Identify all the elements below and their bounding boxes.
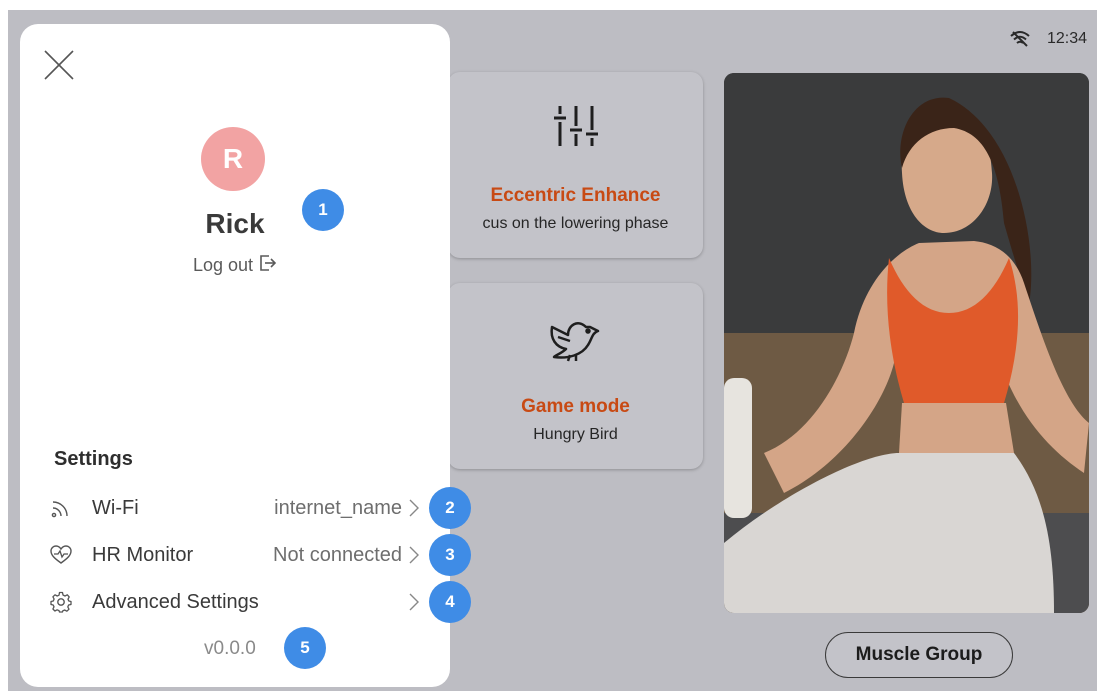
clock: 12:34 <box>1046 30 1087 47</box>
wifi-icon <box>50 498 78 518</box>
annotation-badge-5: 5 <box>284 627 326 669</box>
close-icon[interactable] <box>44 50 74 80</box>
avatar: R <box>201 127 265 191</box>
chevron-right-icon <box>408 592 420 612</box>
annotation-badge-1: 1 <box>302 189 344 231</box>
annotation-badge-3: 3 <box>429 534 471 576</box>
card-subtitle: Hungry Bird <box>533 426 618 443</box>
logout-label: Log out <box>192 255 254 275</box>
bird-icon <box>448 315 703 363</box>
mode-card-game-mode[interactable]: Game mode Hungry Bird <box>448 283 703 469</box>
mode-card-eccentric-enhance[interactable]: Eccentric Enhance cus on the lowering ph… <box>448 72 703 258</box>
username: Rick <box>205 208 265 239</box>
setting-row-wifi[interactable]: Wi-Fi internet_name <box>50 488 420 528</box>
chevron-right-icon <box>408 545 420 565</box>
card-title: Eccentric Enhance <box>490 185 661 206</box>
wifi-off-icon <box>1009 30 1031 48</box>
app-version: v0.0.0 <box>204 638 256 659</box>
setting-value: Not connected <box>273 543 402 566</box>
profile-settings-panel: R Rick Log out Settings Wi-Fi internet_n… <box>20 24 450 687</box>
setting-label: Wi-Fi <box>92 496 139 519</box>
gear-icon <box>50 591 78 613</box>
logout-link[interactable]: Log out <box>20 254 450 277</box>
setting-row-advanced[interactable]: Advanced Settings <box>50 582 420 622</box>
card-title: Game mode <box>521 396 630 417</box>
sliders-icon <box>448 104 703 148</box>
settings-heading: Settings <box>54 448 133 470</box>
logout-icon <box>259 254 277 277</box>
annotation-badge-4: 4 <box>429 581 471 623</box>
card-subtitle: cus on the lowering phase <box>482 215 669 232</box>
setting-label: HR Monitor <box>92 543 194 566</box>
setting-row-hr-monitor[interactable]: HR Monitor Not connected <box>50 535 420 575</box>
annotation-badge-2: 2 <box>429 487 471 529</box>
muscle-group-button[interactable]: Muscle Group <box>825 632 1013 678</box>
setting-label: Advanced Settings <box>92 590 259 613</box>
setting-value: internet_name <box>274 496 402 519</box>
heart-rate-icon <box>50 545 78 565</box>
chevron-right-icon <box>408 498 420 518</box>
status-bar: 12:34 <box>1009 30 1087 48</box>
workout-photo <box>724 73 1089 613</box>
